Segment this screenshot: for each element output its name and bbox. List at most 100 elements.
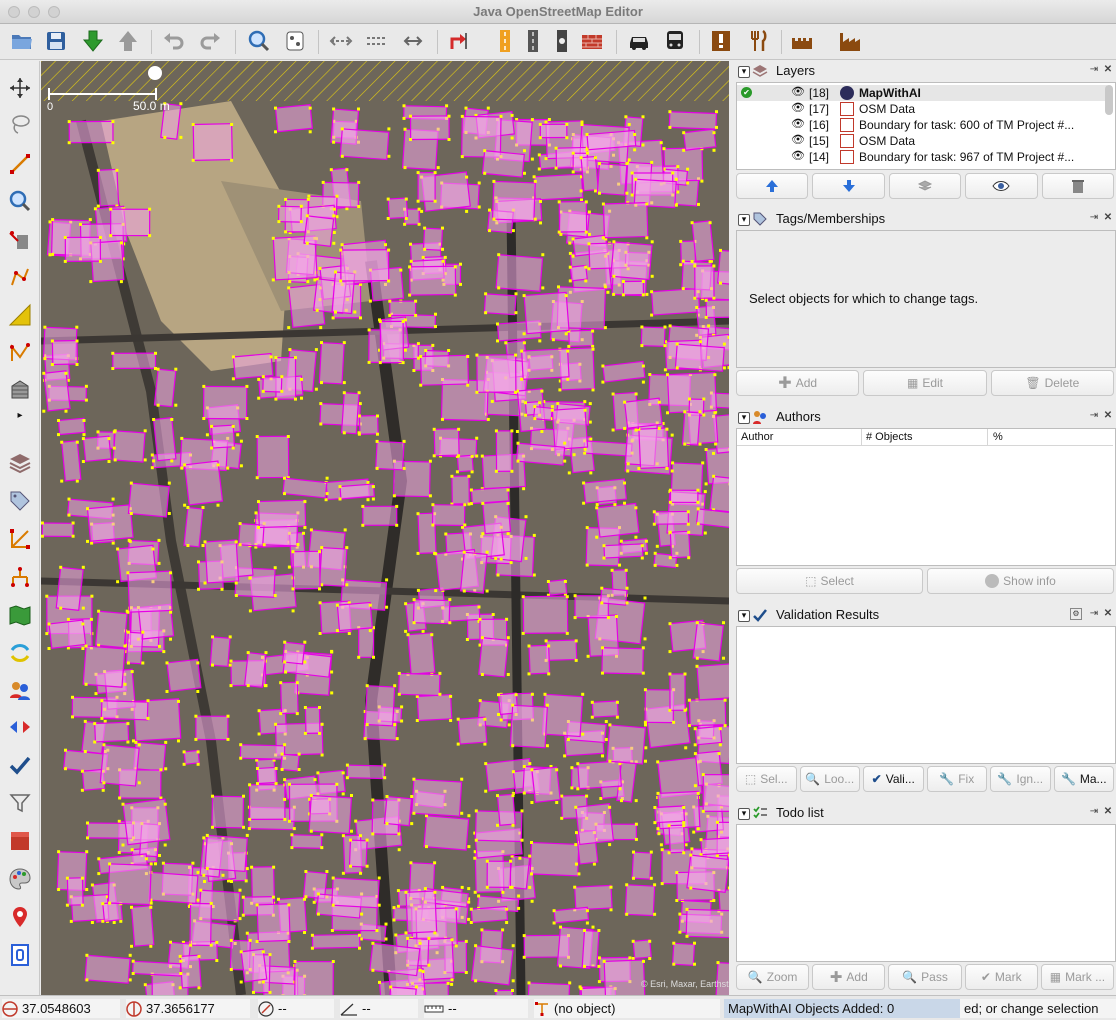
way-node[interactable] <box>108 862 112 866</box>
way-node[interactable] <box>126 722 130 726</box>
way-node[interactable] <box>585 526 589 530</box>
way-node[interactable] <box>668 708 672 712</box>
way-node[interactable] <box>644 759 647 763</box>
way-node[interactable] <box>283 492 286 496</box>
way-node[interactable] <box>338 497 342 501</box>
way-node[interactable] <box>295 681 299 685</box>
way-node[interactable] <box>701 461 705 465</box>
way-node[interactable] <box>248 609 252 613</box>
way-node[interactable] <box>339 248 343 252</box>
building-outline[interactable] <box>522 595 569 635</box>
way-node[interactable] <box>229 938 233 942</box>
way-node[interactable] <box>681 287 685 291</box>
redo-button[interactable] <box>196 27 224 55</box>
way-node[interactable] <box>112 446 116 450</box>
way-node[interactable] <box>350 829 353 833</box>
way-node[interactable] <box>494 429 498 433</box>
way-node[interactable] <box>359 316 362 320</box>
way-node[interactable] <box>211 635 214 639</box>
merge-layer-button[interactable] <box>888 173 962 199</box>
building-outline[interactable] <box>602 202 649 239</box>
building-outline[interactable] <box>483 293 517 316</box>
way-node[interactable] <box>598 191 601 195</box>
way-node[interactable] <box>527 981 531 985</box>
way-node[interactable] <box>708 260 712 263</box>
way-node[interactable] <box>438 692 442 696</box>
way-node[interactable] <box>712 899 716 902</box>
building-outline[interactable] <box>668 111 718 130</box>
building-outline[interactable] <box>631 851 652 880</box>
way-node[interactable] <box>248 817 252 821</box>
way-node[interactable] <box>268 953 272 957</box>
way-node[interactable] <box>653 883 657 887</box>
way-node[interactable] <box>154 862 157 866</box>
preferences-button[interactable] <box>281 27 309 55</box>
building-outline[interactable] <box>692 622 724 662</box>
validate-button[interactable]: ✔ Vali... <box>863 766 924 792</box>
way-node[interactable] <box>517 906 521 910</box>
way-node[interactable] <box>563 459 567 463</box>
way-node[interactable] <box>318 731 321 735</box>
building-outline[interactable] <box>130 905 155 947</box>
way-node[interactable] <box>653 821 657 825</box>
way-node[interactable] <box>170 418 174 421</box>
way-node[interactable] <box>318 266 322 270</box>
way-node[interactable] <box>671 461 675 465</box>
way-node[interactable] <box>396 889 400 893</box>
way-node[interactable] <box>656 760 660 764</box>
building-outline[interactable] <box>294 960 334 996</box>
way-node[interactable] <box>424 349 428 352</box>
building-outline[interactable] <box>240 948 268 983</box>
way-node[interactable] <box>530 768 534 772</box>
way-node[interactable] <box>686 522 690 526</box>
way-node[interactable] <box>81 647 85 650</box>
changeset-toggle[interactable] <box>6 827 34 855</box>
way-node[interactable] <box>299 204 303 208</box>
way-node[interactable] <box>478 617 482 621</box>
way-node[interactable] <box>480 928 484 932</box>
combine-way-button[interactable] <box>363 27 391 55</box>
way-node[interactable] <box>119 280 123 284</box>
building-outline[interactable] <box>274 104 314 133</box>
way-node[interactable] <box>642 959 645 963</box>
way-node[interactable] <box>341 834 345 838</box>
way-node[interactable] <box>683 708 687 712</box>
way-node[interactable] <box>320 546 324 550</box>
way-node[interactable] <box>331 903 335 907</box>
way-node[interactable] <box>339 279 343 283</box>
way-node[interactable] <box>454 907 458 911</box>
way-node[interactable] <box>592 862 596 866</box>
way-node[interactable] <box>410 822 414 826</box>
eye-icon[interactable]: 👁 <box>791 85 805 98</box>
building-outline[interactable] <box>653 510 690 525</box>
way-node[interactable] <box>511 744 515 748</box>
way-node[interactable] <box>107 460 111 463</box>
way-node[interactable] <box>689 853 693 857</box>
way-node[interactable] <box>541 253 545 257</box>
way-node[interactable] <box>273 594 277 597</box>
building-outline[interactable] <box>82 435 112 463</box>
way-node[interactable] <box>522 487 526 491</box>
way-node[interactable] <box>170 459 174 463</box>
way-node[interactable] <box>146 699 150 703</box>
way-node[interactable] <box>121 802 125 806</box>
way-node[interactable] <box>129 512 133 515</box>
way-node[interactable] <box>419 355 423 358</box>
way-node[interactable] <box>678 912 682 916</box>
way-node[interactable] <box>277 204 281 208</box>
building-outline[interactable] <box>681 411 701 446</box>
way-node[interactable] <box>667 851 671 855</box>
way-node[interactable] <box>450 474 454 478</box>
way-node[interactable] <box>316 912 320 916</box>
way-node[interactable] <box>183 463 187 467</box>
way-node[interactable] <box>644 551 648 555</box>
way-node[interactable] <box>652 522 656 526</box>
way-node[interactable] <box>234 594 238 597</box>
way-node[interactable] <box>713 411 717 415</box>
way-node[interactable] <box>467 900 471 904</box>
way-node[interactable] <box>227 879 230 883</box>
way-node[interactable] <box>474 944 478 948</box>
way-node[interactable] <box>595 535 599 539</box>
way-node[interactable] <box>459 262 462 266</box>
way-node[interactable] <box>428 494 432 498</box>
